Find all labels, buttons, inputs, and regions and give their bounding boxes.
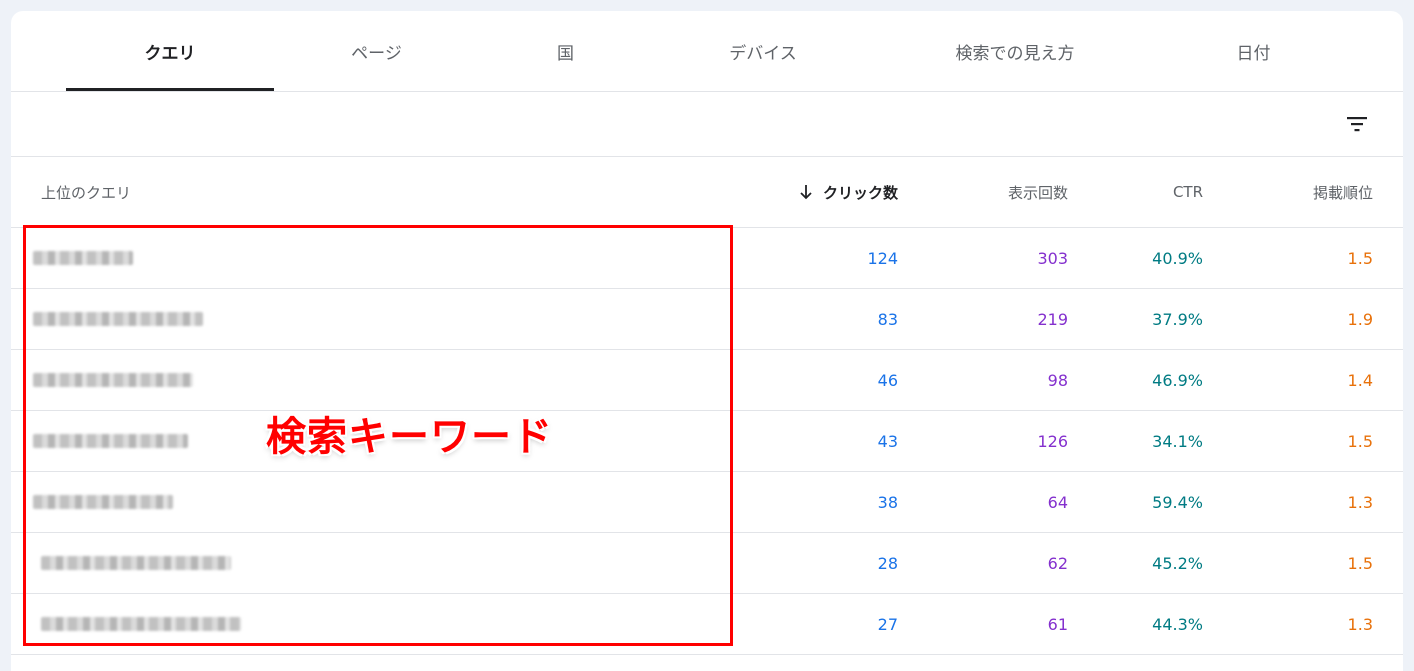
tab-date[interactable]: 日付 (1156, 11, 1351, 91)
query-text-blurred (33, 533, 231, 593)
table-row[interactable]: 38 64 59.4% 1.3 (11, 472, 1403, 533)
header-impressions[interactable]: 表示回数 (911, 157, 1068, 227)
header-clicks-label: クリック数 (822, 183, 898, 202)
cell-clicks: 124 (867, 248, 898, 268)
tab-page[interactable]: ページ (274, 11, 479, 91)
tab-search-appearance[interactable]: 検索での見え方 (874, 11, 1156, 91)
cell-clicks: 28 (877, 553, 898, 573)
query-text-blurred (33, 289, 203, 349)
tab-query[interactable]: クエリ (66, 11, 274, 91)
cell-impressions: 61 (1047, 614, 1068, 634)
cell-ctr: 46.9% (1152, 370, 1203, 390)
active-tab-indicator (66, 88, 274, 91)
tab-country[interactable]: 国 (479, 11, 652, 91)
cell-impressions: 62 (1047, 553, 1068, 573)
cell-clicks: 38 (877, 492, 898, 512)
table-row[interactable]: 124 303 40.9% 1.5 (11, 228, 1403, 289)
cell-position: 1.3 (1347, 614, 1373, 634)
filter-button[interactable] (1339, 106, 1375, 142)
filter-bar (11, 92, 1403, 157)
cell-impressions: 98 (1047, 370, 1068, 390)
cell-position: 1.5 (1347, 553, 1373, 573)
query-text-blurred (33, 472, 173, 532)
table-row[interactable]: 83 219 37.9% 1.9 (11, 289, 1403, 350)
cell-impressions: 303 (1037, 248, 1068, 268)
cell-ctr: 59.4% (1152, 492, 1203, 512)
annotation-label: 検索キーワード (266, 414, 553, 460)
cell-position: 1.3 (1347, 492, 1373, 512)
cell-impressions: 64 (1047, 492, 1068, 512)
table-row[interactable]: 46 98 46.9% 1.4 (11, 350, 1403, 411)
cell-clicks: 27 (877, 614, 898, 634)
table-header: 上位のクエリ クリック数 表示回数 CTR 掲載順位 (11, 157, 1403, 228)
cell-ctr: 40.9% (1152, 248, 1203, 268)
table-row[interactable]: 27 61 44.3% 1.3 (11, 594, 1403, 655)
cell-impressions: 219 (1037, 309, 1068, 329)
query-text-blurred (33, 411, 188, 471)
query-text-blurred (33, 594, 241, 654)
arrow-down-icon (799, 184, 813, 200)
dimension-tabs: クエリ ページ 国 デバイス 検索での見え方 日付 (11, 11, 1403, 92)
performance-card: クエリ ページ 国 デバイス 検索での見え方 日付 上位のクエリ クリック数 表… (11, 11, 1403, 671)
table-row[interactable]: 28 62 45.2% 1.5 (11, 533, 1403, 594)
query-text-blurred (33, 350, 193, 410)
cell-ctr: 44.3% (1152, 614, 1203, 634)
cell-ctr: 34.1% (1152, 431, 1203, 451)
cell-ctr: 37.9% (1152, 309, 1203, 329)
table-row[interactable]: 43 126 34.1% 1.5 (11, 411, 1403, 472)
header-query: 上位のクエリ (41, 183, 132, 202)
tab-device[interactable]: デバイス (652, 11, 874, 91)
header-position[interactable]: 掲載順位 (1211, 157, 1373, 227)
cell-clicks: 46 (877, 370, 898, 390)
cell-position: 1.4 (1347, 370, 1373, 390)
cell-clicks: 83 (877, 309, 898, 329)
header-clicks[interactable]: クリック数 (731, 157, 898, 227)
cell-position: 1.9 (1347, 309, 1373, 329)
cell-clicks: 43 (877, 431, 898, 451)
header-ctr[interactable]: CTR (1081, 157, 1203, 227)
cell-impressions: 126 (1037, 431, 1068, 451)
query-text-blurred (33, 228, 133, 288)
cell-position: 1.5 (1347, 248, 1373, 268)
filter-icon (1347, 117, 1367, 132)
cell-ctr: 45.2% (1152, 553, 1203, 573)
cell-position: 1.5 (1347, 431, 1373, 451)
